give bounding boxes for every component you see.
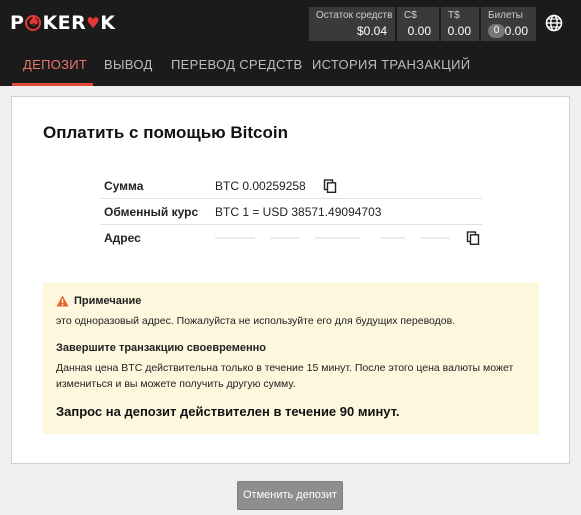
tab-deposit[interactable]: ДЕПОЗИТ: [23, 57, 87, 72]
exchange-rate-row: Обменный курс BTC 1 = USD 38571.49094703: [100, 199, 482, 225]
copy-icon[interactable]: [323, 179, 337, 193]
tab-withdraw[interactable]: ВЫВОД: [104, 57, 153, 72]
amount-row: Сумма BTC 0.00259258: [100, 173, 482, 199]
logo-letter-k: K: [100, 12, 116, 34]
amount-label: Сумма: [104, 179, 144, 193]
tickets-count-badge: 0: [488, 24, 505, 38]
address-row: Адрес: [100, 225, 482, 251]
balance-cad[interactable]: C$ 0.00: [397, 7, 439, 41]
notice-text-timely: Данная цена BTC действительна только в т…: [56, 362, 514, 390]
warning-icon: [56, 295, 69, 307]
deposit-validity-text: Запрос на депозит действителен в течение…: [56, 404, 400, 419]
pokerok-logo[interactable]: P ♠ KER ♥ K: [10, 12, 115, 34]
tab-history[interactable]: ИСТОРИЯ ТРАНЗАКЦИЙ: [312, 57, 470, 72]
balance-tether[interactable]: T$ 0.00: [441, 7, 479, 41]
cancel-deposit-button[interactable]: Отменить депозит: [237, 481, 343, 510]
nav-tabs: ДЕПОЗИТ ВЫВОД ПЕРЕВОД СРЕДСТВ ИСТОРИЯ ТР…: [0, 46, 581, 86]
notice-text: это одноразовый адрес. Пожалуйста не исп…: [56, 315, 456, 327]
notice-box: Примечание это одноразовый адрес. Пожалу…: [43, 282, 539, 434]
balance-tickets-label: Билеты: [488, 10, 523, 21]
address-label: Адрес: [104, 231, 141, 245]
copy-icon[interactable]: [466, 231, 480, 245]
balance-cad-label: C$: [404, 10, 417, 21]
balance-tickets[interactable]: Билеты 0 0.00: [481, 7, 536, 41]
balance-tether-value: 0.00: [447, 24, 471, 38]
top-header: P ♠ KER ♥ K Остаток средств $0.04 C$ 0.00 T$…: [0, 0, 581, 46]
globe-icon[interactable]: [545, 14, 563, 32]
balance-funds-value: $0.04: [356, 24, 387, 38]
active-tab-indicator: [12, 83, 93, 86]
balance-tether-label: T$: [448, 10, 460, 21]
notice-heading: Примечание: [74, 295, 142, 307]
amount-value: BTC 0.00259258: [215, 179, 306, 193]
logo-letters: KER: [42, 12, 87, 34]
tab-transfer[interactable]: ПЕРЕВОД СРЕДСТВ: [171, 57, 302, 72]
heart-icon: ♥: [86, 14, 101, 32]
notice-heading-timely: Завершите транзакцию своевременно: [56, 342, 267, 354]
balance-cad-value: 0.00: [407, 24, 431, 38]
spade-icon: ♠: [25, 14, 42, 31]
balance-tickets-value: 0.00: [504, 24, 528, 38]
page-title: Оплатить с помощью Bitcoin: [43, 123, 289, 142]
exchange-rate-value: BTC 1 = USD 38571.49094703: [215, 205, 382, 219]
address-value-redacted[interactable]: [215, 237, 455, 240]
exchange-rate-label: Обменный курс: [104, 205, 199, 219]
payment-card: Оплатить с помощью Bitcoin Сумма BTC 0.0…: [11, 96, 570, 464]
balance-funds[interactable]: Остаток средств $0.04: [309, 7, 395, 41]
logo-letter-p: P: [10, 12, 25, 34]
balance-funds-label: Остаток средств: [316, 10, 393, 21]
